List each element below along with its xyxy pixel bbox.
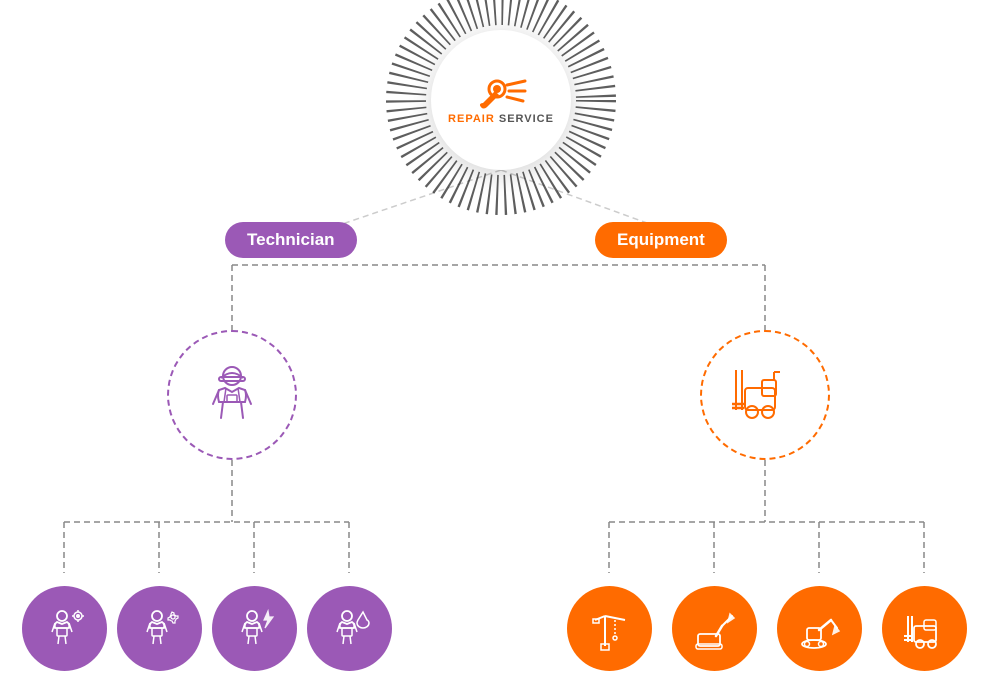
- small-forklift-icon: [902, 606, 948, 652]
- main-container: REPAIR SERVICE Technician Equipment: [0, 0, 1002, 689]
- technician-label: Technician: [225, 222, 357, 258]
- equipment-type-3: [777, 586, 862, 671]
- tech-settings-icon: [137, 606, 183, 652]
- tech-plumbing-icon: [327, 606, 373, 652]
- arm-excavator-icon: [692, 606, 738, 652]
- equipment-type-1: [567, 586, 652, 671]
- logo-node: REPAIR SERVICE: [431, 30, 571, 170]
- equipment-type-4: [882, 586, 967, 671]
- tech-gear-icon: [42, 606, 88, 652]
- repair-service-icon: [475, 75, 527, 113]
- equipment-circle: [700, 330, 830, 460]
- tech-type-4: [307, 586, 392, 671]
- crane-icon: [587, 606, 633, 652]
- tech-type-2: [117, 586, 202, 671]
- tech-type-1: [22, 586, 107, 671]
- tech-type-3: [212, 586, 297, 671]
- equipment-label: Equipment: [595, 222, 727, 258]
- tech-electric-icon: [232, 606, 278, 652]
- technician-icon: [197, 360, 267, 430]
- technician-circle: [167, 330, 297, 460]
- equipment-type-2: [672, 586, 757, 671]
- forklift-icon: [730, 360, 800, 430]
- logo-label: REPAIR SERVICE: [448, 113, 554, 125]
- excavator-icon: [797, 606, 843, 652]
